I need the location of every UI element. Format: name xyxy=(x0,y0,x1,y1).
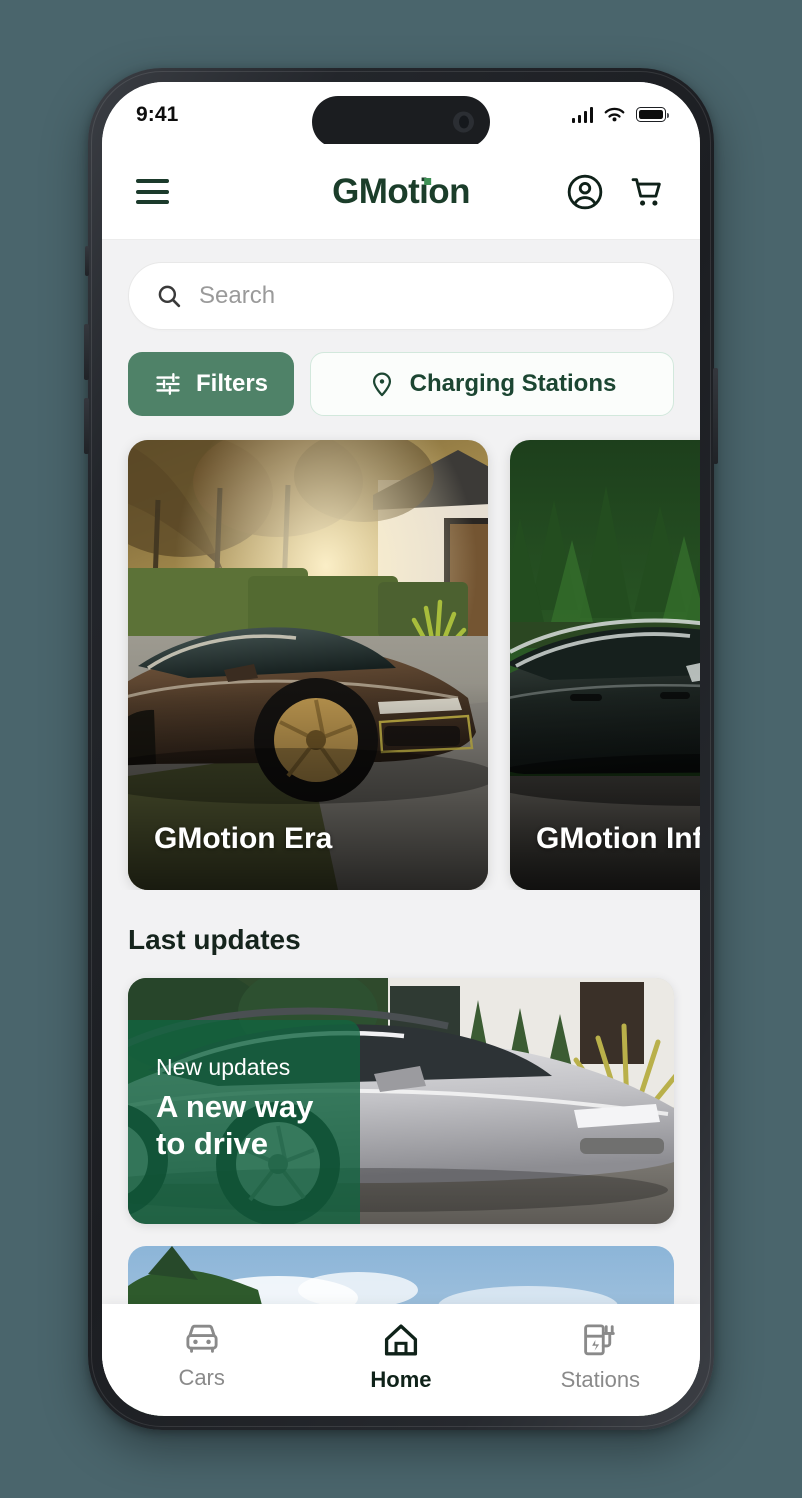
nav-item-cars[interactable]: Cars xyxy=(102,1322,301,1391)
status-bar: 9:41 xyxy=(102,82,700,148)
nav-label-stations: Stations xyxy=(560,1367,641,1392)
battery-icon xyxy=(636,107,670,122)
brand-text: GMotion xyxy=(332,171,470,211)
charging-stations-button[interactable]: Charging Stations xyxy=(310,352,674,416)
power-button[interactable] xyxy=(713,368,718,464)
app-header: GMotion xyxy=(102,144,700,240)
nav-label-home: Home xyxy=(370,1367,432,1392)
filters-label: Filters xyxy=(196,370,269,397)
volume-up-button[interactable] xyxy=(84,324,89,380)
dynamic-island xyxy=(312,96,490,148)
home-icon xyxy=(384,1324,418,1356)
volume-down-button[interactable] xyxy=(84,398,89,454)
page-title: GMotion xyxy=(332,172,470,212)
charging-station-icon xyxy=(584,1324,616,1356)
promo-headline-line2: to drive xyxy=(156,1125,268,1161)
section-heading: Last updates xyxy=(128,924,301,955)
card-scrim xyxy=(128,683,488,890)
wifi-icon xyxy=(604,107,625,122)
status-time: 9:41 xyxy=(136,103,179,126)
signal-bars-icon xyxy=(571,106,593,123)
car-icon xyxy=(186,1324,218,1353)
car-carousel[interactable]: GMotion Era GMotion Inf xyxy=(102,416,700,890)
search-bar[interactable] xyxy=(128,262,674,330)
promo-kicker: New updates xyxy=(156,1054,291,1080)
search-icon xyxy=(158,285,181,308)
search-input[interactable] xyxy=(199,282,647,310)
nav-item-home[interactable]: Home xyxy=(301,1322,500,1393)
car-card-title: GMotion Era xyxy=(154,822,333,855)
nav-item-stations[interactable]: Stations xyxy=(501,1322,700,1393)
card-scrim xyxy=(510,683,700,890)
promo-headline-line1: A new way xyxy=(156,1089,314,1124)
car-card-title: GMotion Infiniti xyxy=(536,822,700,855)
front-camera-icon xyxy=(453,111,474,133)
promo-banner[interactable]: New updates A new way to drive xyxy=(128,978,674,1224)
filters-button[interactable]: Filters xyxy=(128,352,295,416)
silent-switch[interactable] xyxy=(85,246,89,276)
car-card[interactable]: GMotion Infiniti xyxy=(510,440,700,890)
car-card[interactable]: GMotion Era xyxy=(128,440,488,890)
account-circle-icon[interactable] xyxy=(566,173,604,211)
map-pin-icon xyxy=(372,372,391,397)
main-content: Filters Charging Stations xyxy=(102,240,700,1416)
charging-stations-label: Charging Stations xyxy=(409,370,617,397)
phone-screen: 9:41 GMotion Search Filters Charging Sta… xyxy=(102,82,700,1416)
shopping-cart-icon[interactable] xyxy=(628,173,666,211)
nav-label-cars: Cars xyxy=(178,1365,225,1390)
bottom-navigation: Cars Home Stations xyxy=(102,1304,700,1416)
promo-overlay: New updates A new way to drive xyxy=(128,1020,360,1224)
phone-mockup: 9:41 GMotion Search Filters Charging Sta… xyxy=(84,68,718,1430)
brand-accent-dot xyxy=(423,177,431,185)
hamburger-menu-icon[interactable] xyxy=(136,179,169,204)
sliders-icon xyxy=(156,373,180,395)
